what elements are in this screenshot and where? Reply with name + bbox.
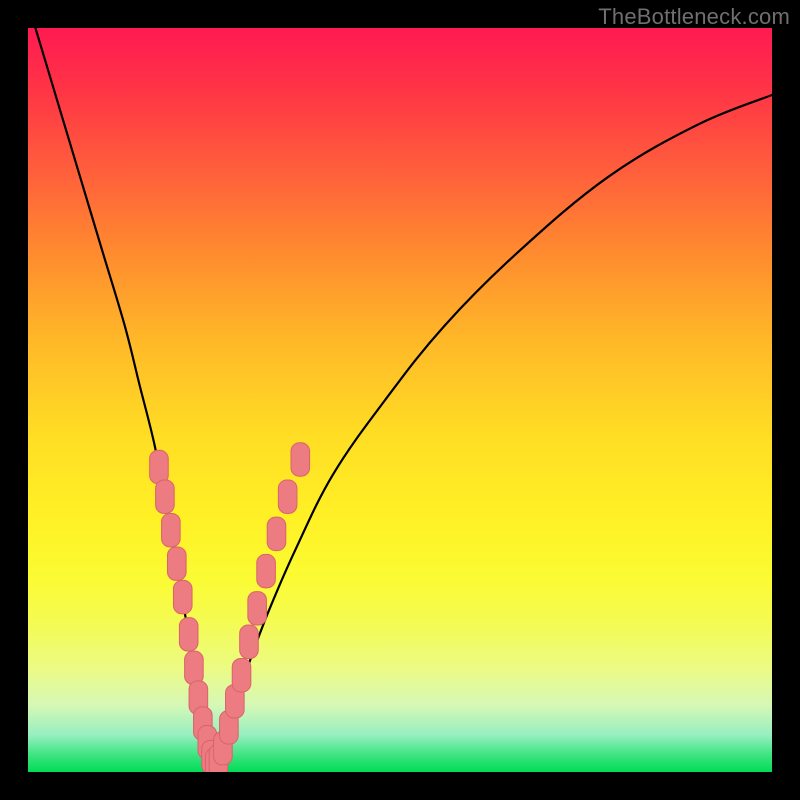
marker-lozenge <box>194 707 213 740</box>
marker-lozenge <box>205 748 224 772</box>
markers-group <box>150 443 310 772</box>
marker-lozenge <box>185 651 204 684</box>
marker-lozenge <box>150 450 169 483</box>
curve-right-branch <box>214 95 772 767</box>
curve-group <box>35 28 772 767</box>
marker-lozenge <box>162 513 181 546</box>
marker-lozenge <box>240 625 259 658</box>
marker-lozenge <box>168 547 187 580</box>
marker-lozenge <box>257 554 276 587</box>
marker-lozenge <box>248 592 267 625</box>
marker-lozenge <box>267 517 286 550</box>
watermark-text: TheBottleneck.com <box>598 4 790 30</box>
marker-lozenge <box>209 744 228 772</box>
marker-lozenge <box>173 580 192 613</box>
marker-lozenge <box>179 618 198 651</box>
marker-lozenge <box>232 659 251 692</box>
chart-frame: TheBottleneck.com <box>0 0 800 800</box>
marker-lozenge <box>291 443 310 476</box>
marker-lozenge <box>220 711 239 744</box>
chart-plot-area <box>28 28 772 772</box>
marker-lozenge <box>189 681 208 714</box>
marker-lozenge <box>226 685 245 718</box>
chart-svg <box>28 28 772 772</box>
marker-lozenge <box>156 480 175 513</box>
marker-lozenge <box>278 480 297 513</box>
curve-left-branch <box>35 28 214 767</box>
marker-lozenge <box>214 731 233 764</box>
marker-lozenge <box>198 726 217 759</box>
marker-lozenge <box>202 740 221 772</box>
